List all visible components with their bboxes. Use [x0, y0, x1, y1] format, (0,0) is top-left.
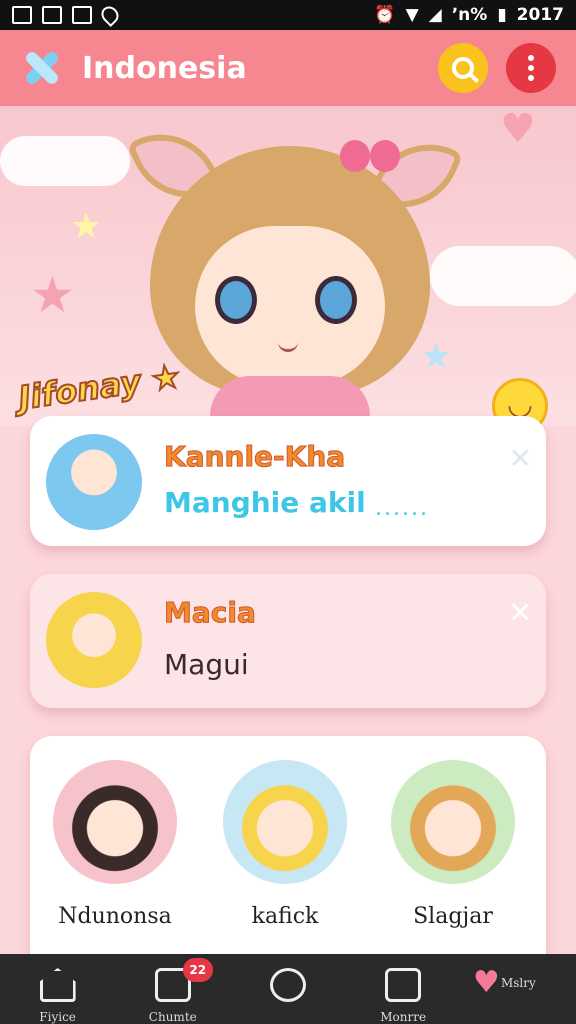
home-icon	[39, 968, 76, 1002]
search-icon	[452, 57, 474, 79]
grid-item-label: Ndunonsa	[58, 904, 172, 929]
alarm-icon: ⏰	[374, 5, 396, 25]
nav-label: Chumte	[148, 1010, 197, 1024]
card-title: Macia	[164, 596, 257, 630]
bow-icon	[340, 136, 400, 176]
image-icon	[42, 6, 62, 24]
list-card[interactable]: Macia Magui ✕	[30, 574, 546, 708]
bottom-nav: Fiyice 22 Chumte Monrre ♥ Mslry	[0, 954, 576, 1024]
status-bar-right: ⏰ ▼ ◢ ʼn% ▮ 2017	[374, 5, 564, 25]
star-decoration: ★	[70, 206, 103, 247]
close-icon[interactable]: ✕	[509, 596, 532, 629]
nav-label: Fiyice	[39, 1010, 76, 1024]
photo-icon	[72, 6, 92, 24]
avatar[interactable]	[53, 760, 177, 884]
cloud-decoration	[430, 246, 576, 306]
nav-item-chat[interactable]: 22 Chumte	[123, 954, 223, 1024]
app-title: Indonesia	[82, 50, 247, 86]
status-time: 2017	[516, 5, 564, 25]
wifi-icon: ▼	[405, 5, 419, 25]
star-decoration: ★	[30, 266, 75, 324]
close-icon[interactable]: ✕	[509, 442, 532, 475]
star-decoration: ★	[420, 336, 453, 377]
square-icon	[385, 968, 422, 1002]
avatar[interactable]	[391, 760, 515, 884]
nav-label: Monrre	[380, 1010, 427, 1024]
more-options-button[interactable]	[506, 43, 556, 93]
nav-item-square[interactable]: Monrre	[353, 954, 453, 1024]
hero-banner[interactable]: ★ ★ ♥ ★ Jifonay ★ ◡	[0, 106, 576, 426]
app-logo-icon[interactable]	[20, 46, 64, 90]
signal-icon: ◢	[428, 5, 442, 25]
list-card[interactable]: Kannle-Kha Manghie akil ...... ✕	[30, 416, 546, 546]
nav-item-explore[interactable]	[238, 954, 338, 1010]
notification-badge: 22	[182, 958, 213, 982]
grid-item-label: kafick	[251, 904, 319, 929]
gallery-icon	[12, 6, 32, 24]
battery-icon: ▮	[497, 5, 507, 25]
character-eye	[215, 276, 257, 324]
avatar[interactable]	[46, 434, 142, 530]
status-bar: ⏰ ▼ ◢ ʼn% ▮ 2017	[0, 0, 576, 30]
location-icon	[97, 2, 123, 28]
heart-icon: ♥	[472, 965, 500, 1000]
character-eye	[315, 276, 357, 324]
app-bar: Indonesia	[0, 30, 576, 106]
card-title: Kannle-Kha	[163, 440, 346, 474]
heart-decoration: ♥	[500, 106, 536, 152]
battery-text: ʼn%	[451, 5, 488, 25]
card-subtitle: Magui	[164, 648, 249, 681]
grid-item[interactable]: kafick	[220, 760, 350, 929]
compass-icon	[269, 968, 306, 1002]
grid-item[interactable]: Ndunonsa	[50, 760, 180, 929]
status-bar-left	[12, 2, 123, 28]
nav-item-favorites[interactable]: ♥ Mslry	[468, 954, 568, 998]
grid-item[interactable]: Slagjar	[388, 760, 518, 929]
cloud-decoration	[0, 136, 130, 186]
card-ellipsis: ......	[375, 496, 429, 521]
hero-tag: Jifonay ★	[15, 356, 184, 418]
nav-item-home[interactable]: Fiyice	[8, 954, 108, 1024]
character-grid: Ndunonsa kafick Slagjar	[30, 736, 546, 976]
grid-item-label: Slagjar	[413, 904, 493, 929]
search-button[interactable]	[438, 43, 488, 93]
avatar[interactable]	[46, 592, 142, 688]
more-vertical-icon	[528, 55, 534, 61]
card-subtitle: Manghie akil	[164, 486, 366, 519]
avatar[interactable]	[223, 760, 347, 884]
